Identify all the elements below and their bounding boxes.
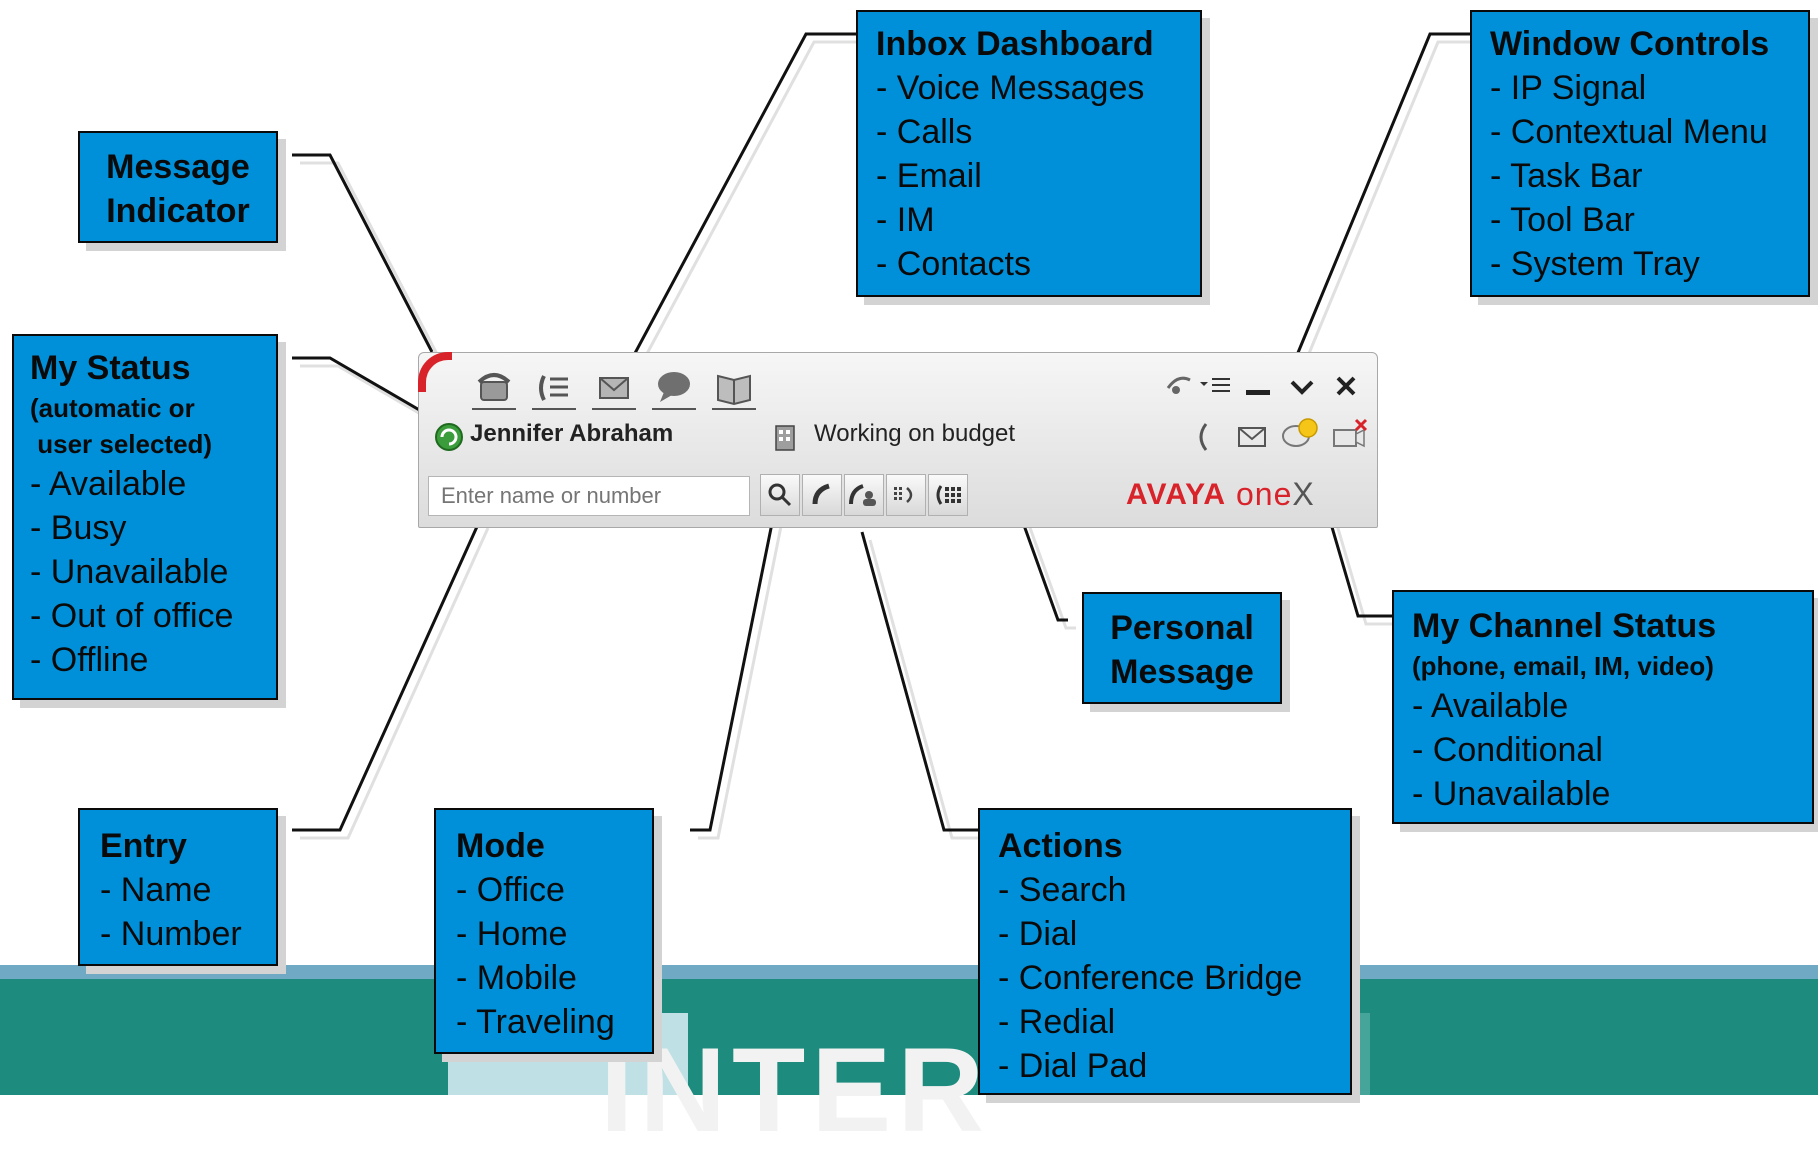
- leader-message-indicator: [292, 153, 434, 353]
- contextual-menu-icon[interactable]: [1198, 372, 1234, 403]
- list-item: - Out of office: [30, 597, 234, 635]
- list-item: - Office: [456, 871, 565, 909]
- voice-messages-icon[interactable]: [472, 366, 516, 410]
- dial-pad-icon: [936, 485, 961, 505]
- list-item: - Number: [100, 915, 242, 953]
- list-item: - Conference Bridge: [998, 959, 1303, 997]
- onex-logo: oneX: [1236, 476, 1315, 513]
- list-item: - System Tray: [1490, 245, 1700, 283]
- callout-entry: Entry - Name - Number: [78, 808, 278, 966]
- callout-title: Inbox Dashboard: [876, 25, 1154, 63]
- callout-title: Window Controls: [1490, 25, 1770, 63]
- list-item: - Email: [876, 157, 982, 195]
- list-item: - Dial Pad: [998, 1047, 1148, 1085]
- redial-button[interactable]: [886, 474, 926, 516]
- dial-button[interactable]: [802, 474, 842, 516]
- list-item: - Contacts: [876, 245, 1031, 283]
- conference-icon: [849, 484, 876, 506]
- callout-title: Actions: [998, 827, 1123, 865]
- status-available-icon[interactable]: [434, 422, 464, 457]
- callout-title: Message: [106, 148, 250, 186]
- callout-message-indicator: Message Indicator: [78, 131, 278, 243]
- callout-mode: Mode - Office - Home - Mobile - Travelin…: [434, 808, 654, 1054]
- callout-title: Entry: [100, 827, 187, 865]
- callout-actions: Actions - Search - Dial - Conference Bri…: [978, 808, 1352, 1095]
- diagram-canvas: INTER Jennifer Abraham Working on budget…: [0, 0, 1818, 1150]
- callout-personal-message: Personal Message: [1082, 592, 1282, 704]
- list-item: - Busy: [30, 509, 127, 547]
- dial-pad-button[interactable]: [928, 474, 968, 516]
- list-item: - Unavailable: [30, 553, 229, 591]
- phone-icon: [812, 483, 830, 505]
- callout-title: My Channel Status: [1412, 607, 1717, 645]
- im-channel-icon: [1280, 416, 1320, 457]
- leader-window-controls: [1288, 32, 1470, 373]
- conference-bridge-button[interactable]: [844, 474, 884, 516]
- personal-message-text[interactable]: Working on budget: [814, 420, 1015, 448]
- list-item: - Task Bar: [1490, 157, 1643, 195]
- contacts-icon[interactable]: [712, 366, 756, 410]
- callout-subtitle: (automatic or: [30, 393, 195, 423]
- email-channel-icon: [1236, 424, 1268, 455]
- list-item: - Unavailable: [1412, 775, 1611, 813]
- callout-subtitle-line2: user selected): [30, 429, 213, 459]
- callout-channel-status: My Channel Status (phone, email, IM, vid…: [1392, 590, 1814, 824]
- office-mode-icon[interactable]: [772, 422, 798, 457]
- onex-logo-x: X: [1292, 476, 1315, 512]
- list-item: - Redial: [998, 1003, 1116, 1041]
- redial-icon: [894, 487, 913, 503]
- onex-logo-one: one: [1236, 476, 1293, 512]
- callout-my-status: My Status (automatic or user selected) -…: [12, 334, 278, 700]
- list-item: - Search: [998, 871, 1127, 909]
- list-item: - Calls: [876, 113, 973, 151]
- entry-field[interactable]: [428, 476, 750, 516]
- list-item: - Mobile: [456, 959, 577, 997]
- callout-window-controls: Window Controls - IP Signal - Contextual…: [1470, 10, 1810, 297]
- list-item: - Traveling: [456, 1003, 615, 1041]
- callout-title: Mode: [456, 827, 545, 865]
- leader-entry: [292, 519, 482, 832]
- list-item: - IP Signal: [1490, 69, 1647, 107]
- search-button[interactable]: [760, 474, 800, 516]
- callout-title-line2: Message: [1110, 653, 1254, 691]
- list-item: - Conditional: [1412, 731, 1603, 769]
- video-channel-icon: [1330, 416, 1370, 457]
- minimize-icon[interactable]: [1244, 376, 1274, 407]
- list-item: - IM: [876, 201, 935, 239]
- list-item: - Dial: [998, 915, 1078, 953]
- callout-title-line2: Indicator: [106, 192, 250, 230]
- phone-channel-icon: [1192, 420, 1218, 459]
- list-item: - Available: [30, 465, 187, 503]
- callout-inbox-dashboard: Inbox Dashboard - Voice Messages - Calls…: [856, 10, 1202, 297]
- callout-title: Personal: [1110, 609, 1254, 647]
- list-item: - Voice Messages: [876, 69, 1145, 107]
- chevron-down-icon[interactable]: [1288, 374, 1318, 405]
- list-item: - Contextual Menu: [1490, 113, 1768, 151]
- im-icon[interactable]: [652, 366, 696, 410]
- close-icon[interactable]: [1332, 372, 1362, 403]
- email-icon[interactable]: [592, 366, 636, 410]
- avaya-logo: AVAYA: [1126, 478, 1227, 511]
- ip-signal-icon[interactable]: [1164, 370, 1194, 405]
- callout-title: My Status: [30, 349, 191, 387]
- leader-inbox: [632, 32, 856, 356]
- list-item: - Name: [100, 871, 212, 909]
- search-icon: [768, 483, 792, 507]
- list-item: - Available: [1412, 687, 1569, 725]
- list-item: - Home: [456, 915, 568, 953]
- list-item: - Offline: [30, 641, 149, 679]
- list-item: - Tool Bar: [1490, 201, 1635, 239]
- calls-icon[interactable]: [532, 366, 576, 410]
- callout-subtitle: (phone, email, IM, video): [1412, 651, 1714, 681]
- user-name: Jennifer Abraham: [470, 420, 674, 447]
